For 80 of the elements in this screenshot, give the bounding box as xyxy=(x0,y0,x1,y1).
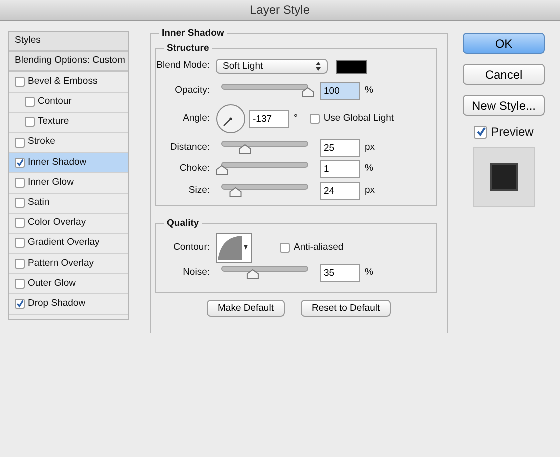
item-label: Drop Shadow xyxy=(28,296,86,311)
checkbox-label: Preview xyxy=(491,124,534,141)
item-label: Satin xyxy=(28,196,50,210)
slider-thumb[interactable] xyxy=(230,187,242,198)
item-label: Bevel & Emboss xyxy=(28,74,98,89)
unit-label: % xyxy=(365,266,374,280)
field-label: Angle: xyxy=(182,112,211,126)
angle-dial[interactable] xyxy=(216,104,246,134)
number-field[interactable]: 35 xyxy=(320,264,360,282)
checkbox[interactable] xyxy=(15,258,25,269)
curve-icon xyxy=(217,235,243,261)
checkbox[interactable] xyxy=(15,299,25,310)
unit-label: px xyxy=(365,184,376,198)
list-item[interactable]: Bevel & Emboss xyxy=(9,72,128,93)
item-label: Outer Glow xyxy=(28,276,76,291)
checkbox[interactable] xyxy=(15,138,25,148)
item-label: Stroke xyxy=(28,135,56,150)
checkbox[interactable] xyxy=(15,278,25,289)
caret-icon xyxy=(244,245,248,251)
item-label: Inner Glow xyxy=(28,176,74,190)
item-label: Texture xyxy=(38,115,70,130)
dialog-button[interactable]: Reset to Default xyxy=(300,300,392,317)
preview-swatch-icon xyxy=(490,163,518,191)
list-item[interactable]: Contour xyxy=(9,92,128,113)
action-button[interactable]: Cancel xyxy=(463,64,545,85)
field-label: Choke: xyxy=(178,162,211,176)
blend-mode-dropdown[interactable]: Soft Light xyxy=(216,59,328,74)
checkbox[interactable] xyxy=(15,158,25,168)
slider-thumb[interactable] xyxy=(302,87,314,98)
checkbox[interactable] xyxy=(15,76,25,87)
list-item[interactable]: Outer Glow xyxy=(9,274,128,294)
field-label: Opacity: xyxy=(174,84,211,98)
checkbox[interactable] xyxy=(15,238,25,248)
unit-label: % xyxy=(365,84,374,98)
checkbox[interactable] xyxy=(310,114,320,124)
list-item[interactable]: Texture xyxy=(9,112,128,133)
item-label: Inner Shadow xyxy=(28,156,87,170)
checkbox[interactable] xyxy=(25,97,35,108)
angle-field[interactable]: -137 xyxy=(249,110,289,128)
list-item[interactable]: Color Overlay xyxy=(9,214,128,234)
checkbox-label: Use Global Light xyxy=(324,112,394,126)
field-label: Size: xyxy=(188,184,211,198)
checkbox[interactable] xyxy=(25,117,35,128)
item-label: Color Overlay xyxy=(28,216,86,230)
number-field[interactable]: 1 xyxy=(320,160,360,178)
dialog-button[interactable]: Make Default xyxy=(207,300,285,317)
list-item[interactable]: Drop Shadow xyxy=(9,294,128,315)
list-item[interactable]: Inner Shadow xyxy=(9,153,128,174)
number-field[interactable]: 24 xyxy=(320,182,360,200)
checkbox[interactable] xyxy=(15,218,25,228)
item-label: Gradient Overlay xyxy=(28,236,100,250)
field-label: Blend Mode: xyxy=(156,59,211,74)
window-title: Layer Style xyxy=(250,2,310,19)
slider-thumb[interactable] xyxy=(216,165,228,176)
number-field[interactable]: 100 xyxy=(320,82,360,100)
item-label: Contour xyxy=(38,95,72,110)
unit-label: % xyxy=(365,162,374,176)
list-item[interactable]: Satin xyxy=(9,194,128,214)
action-button[interactable]: OK xyxy=(463,33,545,54)
field-label: Distance: xyxy=(169,140,211,155)
list-item[interactable]: Pattern Overlay xyxy=(9,254,128,274)
slider-thumb[interactable] xyxy=(239,144,252,154)
unit-label: ° xyxy=(294,112,298,126)
checkbox-label: Anti-aliased xyxy=(294,240,344,255)
item-label: Pattern Overlay xyxy=(28,256,94,271)
list-item[interactable]: Inner Glow xyxy=(9,173,128,194)
checkbox[interactable] xyxy=(15,198,25,208)
list-item[interactable]: Gradient Overlay xyxy=(9,234,128,254)
checkbox[interactable] xyxy=(474,126,488,138)
number-field[interactable]: 25 xyxy=(320,139,360,157)
stepper-icon xyxy=(316,62,321,71)
checkbox[interactable] xyxy=(280,243,290,253)
color-swatch[interactable] xyxy=(336,60,367,74)
field-label: Noise: xyxy=(182,266,211,280)
contour-picker[interactable] xyxy=(216,233,252,263)
checkbox[interactable] xyxy=(15,178,25,188)
unit-label: px xyxy=(365,140,376,155)
list-header: Styles xyxy=(15,34,41,48)
field-label: Contour: xyxy=(172,240,211,255)
action-button[interactable]: New Style... xyxy=(463,95,545,116)
